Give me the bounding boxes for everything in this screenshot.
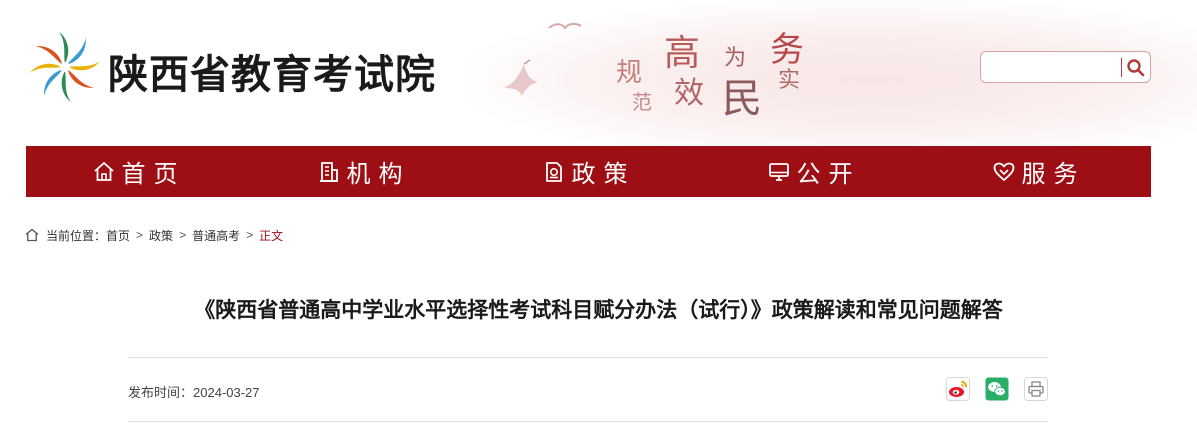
building-icon [319, 161, 338, 182]
nav-item-policy[interactable]: 政策 [476, 146, 701, 197]
slogan-char: 效 [674, 76, 704, 111]
publish-info: 发布时间：2024-03-27 [128, 382, 260, 401]
site-header: 陕西省教育考试院 规 高 为 务 范 效 民 实 [0, 0, 1197, 146]
slogan-char: 范 [632, 90, 652, 114]
breadcrumb-prefix: 当前位置： [46, 228, 107, 243]
weibo-icon[interactable] [946, 377, 970, 401]
document-icon [545, 161, 562, 182]
nav-item-service[interactable]: 服务 [926, 146, 1151, 197]
breadcrumb-link-gaokao[interactable]: 普通高考 [192, 227, 240, 244]
breadcrumb-link-policy[interactable]: 政策 [149, 227, 173, 244]
slogan-char: 规 [616, 58, 643, 88]
breadcrumb-separator: > [179, 228, 187, 242]
breadcrumb-current: 正文 [259, 228, 284, 243]
slogan-char: 实 [778, 68, 801, 93]
nav-label: 公开 [796, 161, 861, 188]
nav-label: 首页 [121, 161, 186, 188]
nav-label: 政策 [571, 161, 636, 188]
monitor-icon [768, 162, 789, 181]
nav-label: 机构 [346, 161, 411, 188]
search-input[interactable] [987, 56, 1117, 78]
divider [128, 357, 1048, 358]
nav-item-home[interactable]: 首页 [26, 146, 251, 197]
main-nav: 首页 机构 政策 公开 服务 [26, 146, 1151, 197]
breadcrumb-separator: > [136, 228, 144, 242]
breadcrumb-separator: > [246, 228, 254, 242]
breadcrumb: 当前位置： 首页 > 政策 > 普通高考 > 正文 [24, 226, 283, 244]
search-divider [1121, 58, 1122, 77]
divider [128, 421, 1048, 422]
crane-decoration-icon [504, 59, 538, 96]
nav-label: 服务 [1021, 161, 1086, 188]
article-title: 《陕西省普通高中学业水平选择性考试科目赋分办法（试行）》政策解读和常见问题解答 [194, 299, 1003, 322]
nav-item-organization[interactable]: 机构 [251, 146, 476, 197]
search-icon[interactable] [1125, 57, 1147, 79]
slogan-char: 民 [722, 76, 762, 122]
publish-label: 发布时间： [128, 385, 194, 400]
publish-date: 2024-03-27 [193, 385, 260, 400]
home-icon [93, 161, 114, 181]
breadcrumb-link-home[interactable]: 首页 [106, 227, 130, 244]
print-icon[interactable] [1024, 377, 1048, 401]
nav-item-public[interactable]: 公开 [701, 146, 926, 197]
home-icon [25, 228, 39, 242]
heart-service-icon [993, 162, 1014, 181]
site-name[interactable]: 陕西省教育考试院 [108, 42, 436, 100]
search-box [980, 51, 1151, 83]
wechat-icon[interactable] [985, 377, 1009, 401]
bird-decoration-icon [548, 22, 582, 30]
site-logo-icon[interactable] [26, 28, 104, 106]
